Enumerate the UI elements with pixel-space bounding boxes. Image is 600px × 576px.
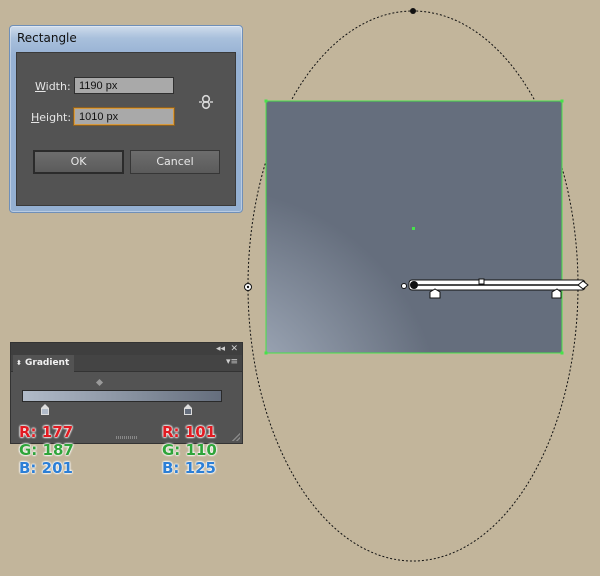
width-label: Width: bbox=[35, 80, 71, 93]
stop-left-swatch bbox=[41, 408, 49, 415]
left-r-line: R: 177 bbox=[19, 423, 74, 441]
cancel-button[interactable]: Cancel bbox=[130, 150, 220, 174]
gradient-stop-left[interactable] bbox=[41, 404, 49, 415]
rectangle-dialog: Rectangle Width: Height: OK Cancel bbox=[9, 25, 243, 213]
ellipse-anchor-top[interactable] bbox=[410, 8, 416, 14]
dialog-title: Rectangle bbox=[17, 31, 77, 45]
rect-handle-tr[interactable] bbox=[560, 99, 564, 103]
panel-menu-icon[interactable]: ▾≡ bbox=[226, 357, 238, 367]
gradient-slider[interactable] bbox=[22, 390, 222, 402]
rect-handle-tl[interactable] bbox=[264, 99, 268, 103]
constrain-link-icon[interactable] bbox=[197, 92, 215, 112]
tab-gradient[interactable]: ⬍ Gradient bbox=[13, 355, 74, 372]
panel-header[interactable] bbox=[11, 343, 242, 355]
panel-gripper[interactable] bbox=[116, 436, 138, 439]
tab-gradient-label: Gradient bbox=[25, 358, 70, 368]
annotator-origin-handle bbox=[401, 283, 407, 289]
left-b-line: B: 201 bbox=[19, 459, 73, 477]
right-b-line: B: 125 bbox=[162, 459, 216, 477]
height-field[interactable] bbox=[74, 108, 174, 125]
rect-handle-bl[interactable] bbox=[264, 351, 268, 355]
rgb-readout-right: R: 101 G: 110 B: 125 bbox=[162, 423, 217, 477]
width-field[interactable] bbox=[74, 77, 174, 94]
rect-center-point[interactable] bbox=[412, 227, 415, 230]
gradient-stop-right[interactable] bbox=[184, 404, 192, 415]
right-g-line: G: 110 bbox=[162, 441, 217, 459]
tab-arrows-icon: ⬍ bbox=[16, 359, 22, 367]
collapse-icon[interactable]: ◂◂ bbox=[216, 343, 225, 355]
height-label: Height: bbox=[31, 111, 72, 124]
annotator-midpoint bbox=[478, 278, 485, 285]
ellipse-anchor-left-dot bbox=[246, 285, 250, 289]
right-r-line: R: 101 bbox=[162, 423, 217, 441]
gradient-midpoint-diamond[interactable] bbox=[95, 378, 104, 387]
rgb-readout-left: R: 177 G: 187 B: 201 bbox=[19, 423, 74, 477]
annotator-start-point bbox=[410, 281, 418, 289]
panel-resize-handle[interactable] bbox=[232, 433, 240, 441]
rect-handle-br[interactable] bbox=[560, 351, 564, 355]
close-icon[interactable]: ✕ bbox=[230, 343, 238, 355]
ok-button[interactable]: OK bbox=[33, 150, 124, 174]
dialog-body: Width: Height: OK Cancel bbox=[16, 52, 236, 206]
stop-right-swatch bbox=[184, 408, 192, 415]
left-g-line: G: 187 bbox=[19, 441, 74, 459]
